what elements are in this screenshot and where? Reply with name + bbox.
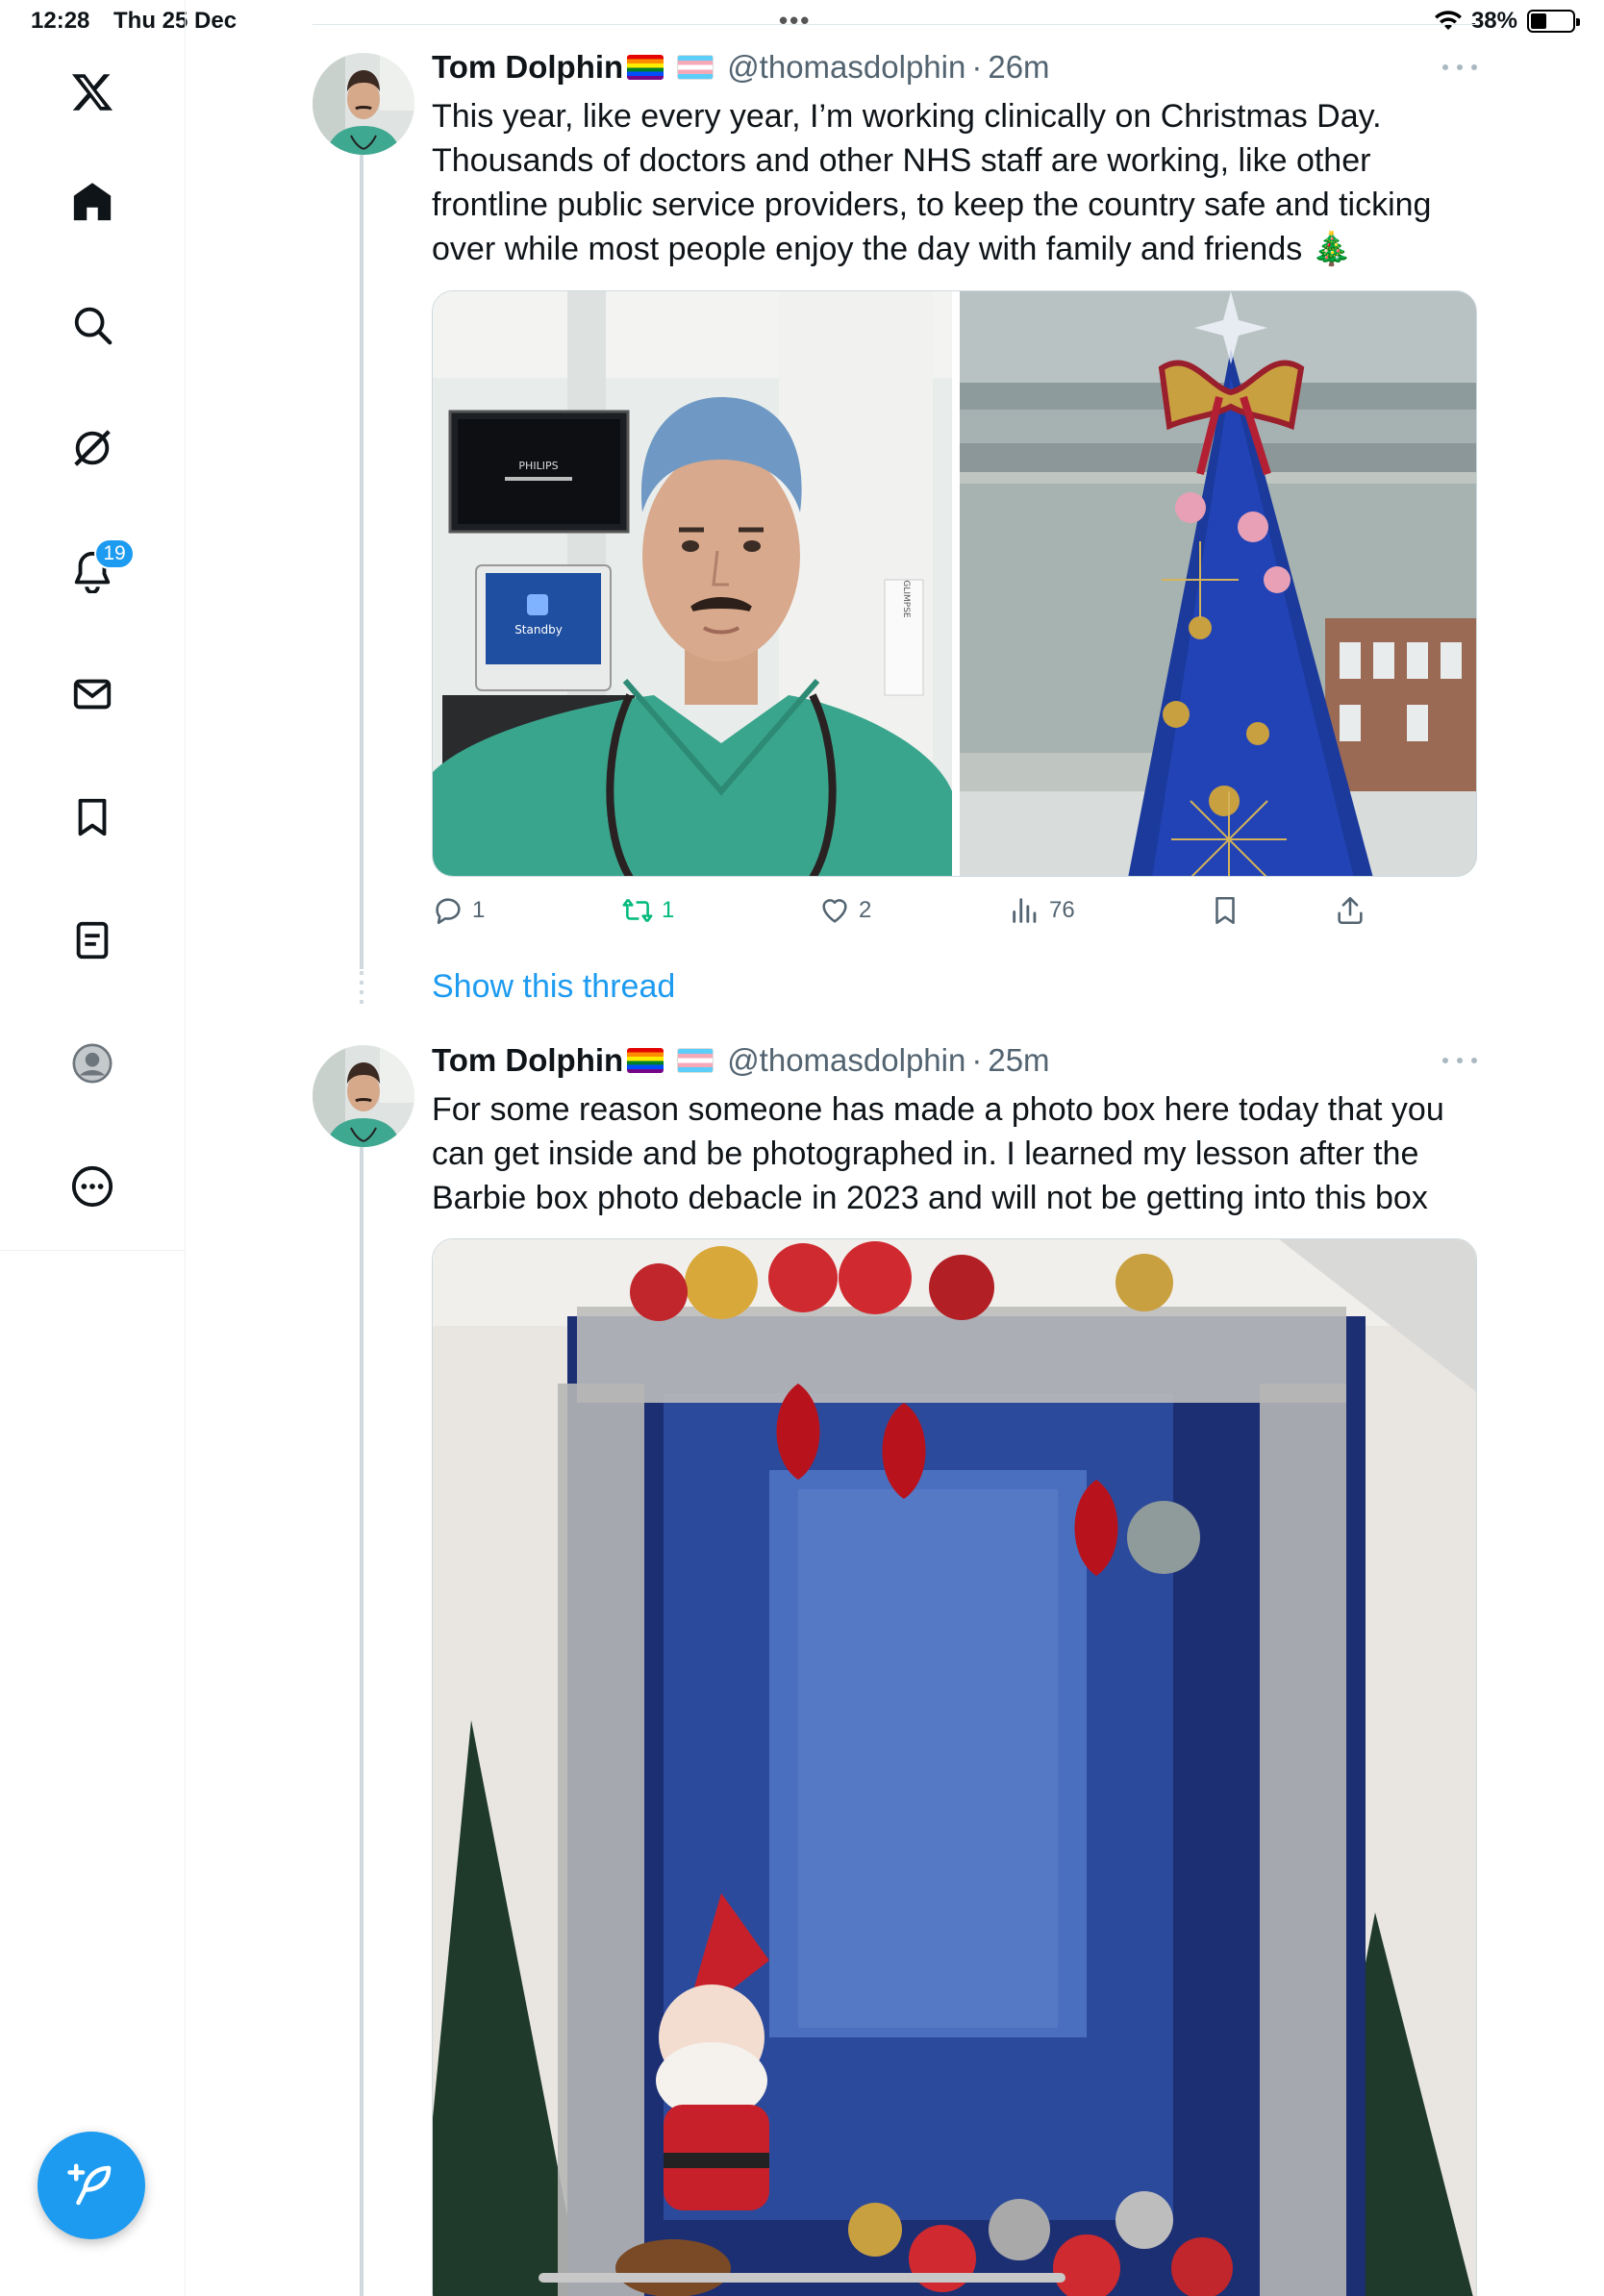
- nav-search[interactable]: [58, 290, 127, 360]
- header-separator: ·: [971, 1042, 983, 1078]
- nav-notifications[interactable]: 19: [58, 537, 135, 606]
- nav-messages[interactable]: [58, 660, 127, 729]
- nav-divider: [0, 1250, 186, 1251]
- photo-box-photo[interactable]: [433, 1239, 1477, 2296]
- avatar-image: [313, 1045, 414, 1147]
- nav-profile[interactable]: [58, 1029, 127, 1098]
- tweet-media[interactable]: [432, 1238, 1477, 2296]
- monitor-brand-text: PHILIPS: [518, 460, 558, 472]
- media-gap: [952, 291, 960, 876]
- avatar-image: [313, 53, 414, 155]
- tweet-header: Tom Dolphin @thomasdolphin · 26m: [432, 48, 1050, 87]
- tweet-time[interactable]: 26m: [988, 49, 1049, 86]
- home-indicator[interactable]: [539, 2273, 1065, 2283]
- tweet-text: For some reason someone has made a photo…: [432, 1091, 1444, 1216]
- multitasking-dots-icon[interactable]: •••: [779, 6, 811, 36]
- x-logo-icon: [71, 74, 113, 111]
- tweet-media[interactable]: PHILIPS Standby GLIMPSE: [432, 290, 1477, 877]
- retweet-count: 1: [662, 897, 675, 923]
- author-handle[interactable]: @thomasdolphin: [727, 1042, 965, 1079]
- notifications-badge: 19: [94, 538, 135, 569]
- rainbow-flag-icon: [627, 55, 664, 80]
- monitor-standby-text: Standby: [514, 623, 563, 636]
- profile-icon: [72, 1043, 113, 1084]
- messages-icon: [73, 679, 112, 710]
- christmas-tree-photo[interactable]: [960, 291, 1477, 877]
- lists-icon: [76, 921, 109, 960]
- thread-connector: [360, 152, 363, 969]
- compose-feather-icon: [67, 2163, 112, 2206]
- status-bar: 12:28 Thu 25 Dec ••• 38%: [0, 0, 1604, 46]
- tweet-actions: 1 1 2 76: [432, 894, 1480, 933]
- author-name[interactable]: Tom Dolphin: [432, 1042, 623, 1079]
- retweet-button[interactable]: 1: [621, 894, 674, 927]
- author-handle[interactable]: @thomasdolphin: [727, 49, 965, 86]
- x-logo[interactable]: [58, 58, 127, 127]
- more-options-icon[interactable]: [1442, 1051, 1477, 1070]
- share-button[interactable]: [1334, 894, 1366, 927]
- header-separator: ·: [971, 49, 983, 85]
- battery-percent: 38%: [1470, 8, 1517, 34]
- home-icon: [73, 183, 112, 221]
- analytics-icon: [1013, 898, 1037, 923]
- battery-icon: [1527, 10, 1580, 33]
- transgender-flag-icon: [677, 55, 714, 80]
- reply-icon: [436, 898, 461, 925]
- status-indicators: 38%: [1434, 8, 1580, 35]
- heart-icon: [822, 899, 847, 923]
- thread-connector-2: [360, 1144, 363, 2296]
- compose-button[interactable]: [38, 2132, 145, 2239]
- grok-icon: [74, 430, 111, 466]
- like-button[interactable]: 2: [818, 894, 871, 927]
- bookmark-icon: [1216, 896, 1235, 925]
- feed-top-divider: [313, 24, 1476, 25]
- tweet-time[interactable]: 25m: [988, 1042, 1049, 1079]
- share-icon: [1338, 896, 1363, 925]
- nav-bookmarks[interactable]: [58, 783, 127, 852]
- reply-button[interactable]: 1: [432, 894, 485, 927]
- author-name[interactable]: Tom Dolphin: [432, 49, 623, 86]
- avatar[interactable]: [313, 53, 414, 155]
- transgender-flag-icon: [677, 1048, 714, 1073]
- tweet-text: This year, like every year, I’m working …: [432, 98, 1432, 267]
- like-count: 2: [859, 897, 872, 923]
- retweet-icon: [622, 898, 653, 923]
- nav-grok[interactable]: [58, 413, 127, 483]
- bookmarks-icon: [78, 798, 107, 836]
- tweet-header: Tom Dolphin @thomasdolphin · 25m: [432, 1041, 1050, 1080]
- search-icon: [74, 307, 113, 345]
- nav-more[interactable]: [58, 1152, 127, 1221]
- wall-sign-text: GLIMPSE: [901, 580, 911, 618]
- rainbow-flag-icon: [627, 1048, 664, 1073]
- wifi-icon: [1434, 11, 1462, 30]
- more-options-icon[interactable]: [1442, 58, 1477, 77]
- avatar[interactable]: [313, 1045, 414, 1147]
- nav-lists[interactable]: [58, 906, 127, 975]
- sidebar-nav: 19: [0, 0, 186, 2296]
- view-count: 76: [1049, 897, 1075, 923]
- views-button[interactable]: 76: [1009, 894, 1075, 927]
- nav-home[interactable]: [58, 167, 127, 237]
- thread-gap-indicator: [360, 971, 363, 1010]
- more-icon: [71, 1165, 113, 1208]
- show-thread-link[interactable]: Show this thread: [432, 968, 675, 1006]
- bookmark-button[interactable]: [1209, 894, 1241, 927]
- doctor-selfie-photo[interactable]: PHILIPS Standby GLIMPSE: [433, 291, 952, 877]
- reply-count: 1: [472, 897, 486, 923]
